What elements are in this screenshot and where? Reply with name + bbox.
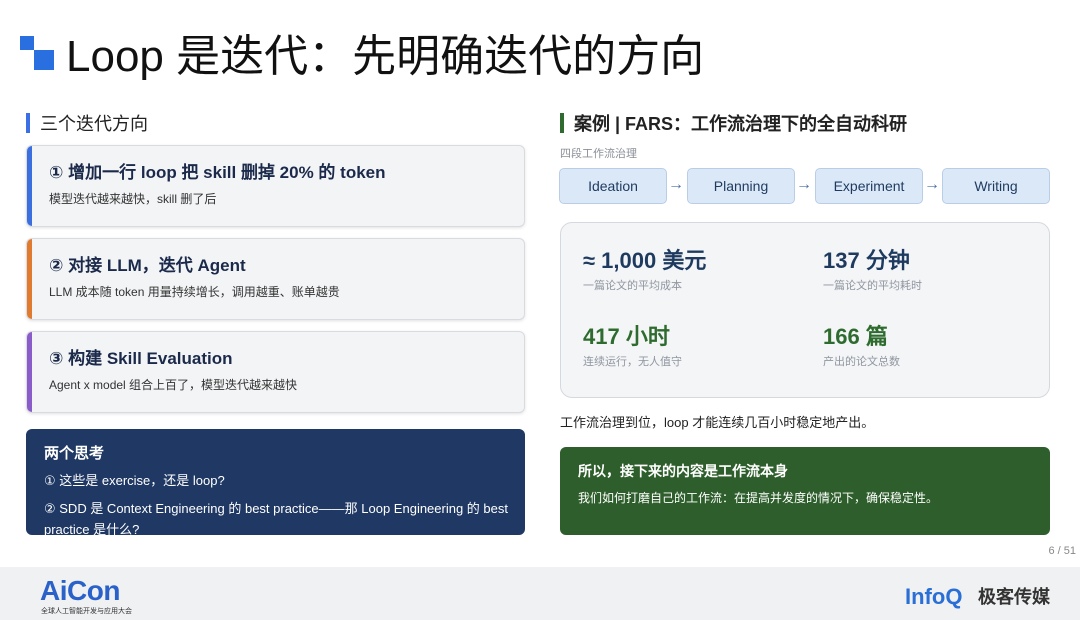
thinking-title: 两个思考 <box>44 445 105 462</box>
stat-papers-value: 166 篇 <box>823 324 888 349</box>
arrow-right-icon: → <box>924 176 940 193</box>
direction-card-3: ③ 构建 Skill Evaluation Agent x model 组合上百… <box>26 331 525 413</box>
card-subtitle: Agent x model 组合上百了，模型迭代越来越快 <box>49 378 298 392</box>
stats-panel: ≈ 1,000 美元 一篇论文的平均成本 137 分钟 一篇论文的平均耗时 41… <box>560 222 1050 398</box>
infoq-logo: InfoQ <box>905 584 963 609</box>
card-subtitle: LLM 成本随 token 用量持续增长，调用越重、账单越贵 <box>49 285 340 299</box>
summary-text: 工作流治理到位，loop 才能连续几百小时稳定地产出。 <box>560 415 875 430</box>
conclusion-box: 所以，接下来的内容是工作流本身 我们如何打磨自己的工作流：在提高并发度的情况下，… <box>560 447 1050 535</box>
arrow-right-icon: → <box>668 176 684 193</box>
stat-cost-value: ≈ 1,000 美元 <box>583 248 707 273</box>
aicon-logo: AiCon <box>40 575 120 606</box>
card-accent <box>27 146 32 226</box>
aicon-subtitle: 全球人工智能开发与应用大会 <box>41 608 132 615</box>
flow-step-planning: Planning <box>687 168 795 204</box>
card-accent <box>27 332 32 412</box>
stat-papers-label: 产出的论文总数 <box>823 356 900 368</box>
stat-hours-label: 连续运行，无人值守 <box>583 356 682 368</box>
page-number: 6 / 51 <box>1048 545 1076 557</box>
page-title: Loop 是迭代：先明确迭代的方向 <box>66 32 705 81</box>
flow-step-writing: Writing <box>942 168 1050 204</box>
flow-step-ideation: Ideation <box>559 168 667 204</box>
stat-cost-label: 一篇论文的平均成本 <box>583 280 682 292</box>
card-accent <box>27 239 32 319</box>
title-logo-icon <box>20 36 56 72</box>
conclusion-body: 我们如何打磨自己的工作流：在提高并发度的情况下，确保稳定性。 <box>578 491 939 505</box>
card-title: ③ 构建 Skill Evaluation <box>49 349 233 368</box>
stat-time-label: 一篇论文的平均耗时 <box>823 280 922 292</box>
right-heading-text: 案例 | FARS：工作流治理下的全自动科研 <box>574 114 908 134</box>
flow-caption: 四段工作流治理 <box>560 148 637 160</box>
right-section-heading: 案例 | FARS：工作流治理下的全自动科研 <box>560 110 907 136</box>
flow-step-experiment: Experiment <box>815 168 923 204</box>
direction-card-1: ① 增加一行 loop 把 skill 删掉 20% 的 token 模型迭代越… <box>26 145 525 227</box>
direction-card-2: ② 对接 LLM，迭代 Agent LLM 成本随 token 用量持续增长，调… <box>26 238 525 320</box>
stat-time-value: 137 分钟 <box>823 248 910 273</box>
heading-bar <box>560 113 564 133</box>
thinking-line-2: ② SDD 是 Context Engineering 的 best pract… <box>44 501 508 537</box>
card-title: ① 增加一行 loop 把 skill 删掉 20% 的 token <box>49 163 386 182</box>
left-heading-text: 三个迭代方向 <box>40 114 148 134</box>
arrow-right-icon: → <box>796 176 812 193</box>
card-title: ② 对接 LLM，迭代 Agent <box>49 256 246 275</box>
heading-bar <box>26 113 30 133</box>
thinking-line-1: ① 这些是 exercise，还是 loop? <box>44 473 225 488</box>
stat-hours-value: 417 小时 <box>583 324 670 349</box>
conclusion-title: 所以，接下来的内容是工作流本身 <box>578 463 788 479</box>
card-subtitle: 模型迭代越来越快，skill 删了后 <box>49 192 217 206</box>
thinking-box: 两个思考 ① 这些是 exercise，还是 loop? ② SDD 是 Con… <box>26 429 525 537</box>
geek-media-logo: 极客传媒 <box>978 587 1050 607</box>
left-section-heading: 三个迭代方向 <box>26 110 148 136</box>
